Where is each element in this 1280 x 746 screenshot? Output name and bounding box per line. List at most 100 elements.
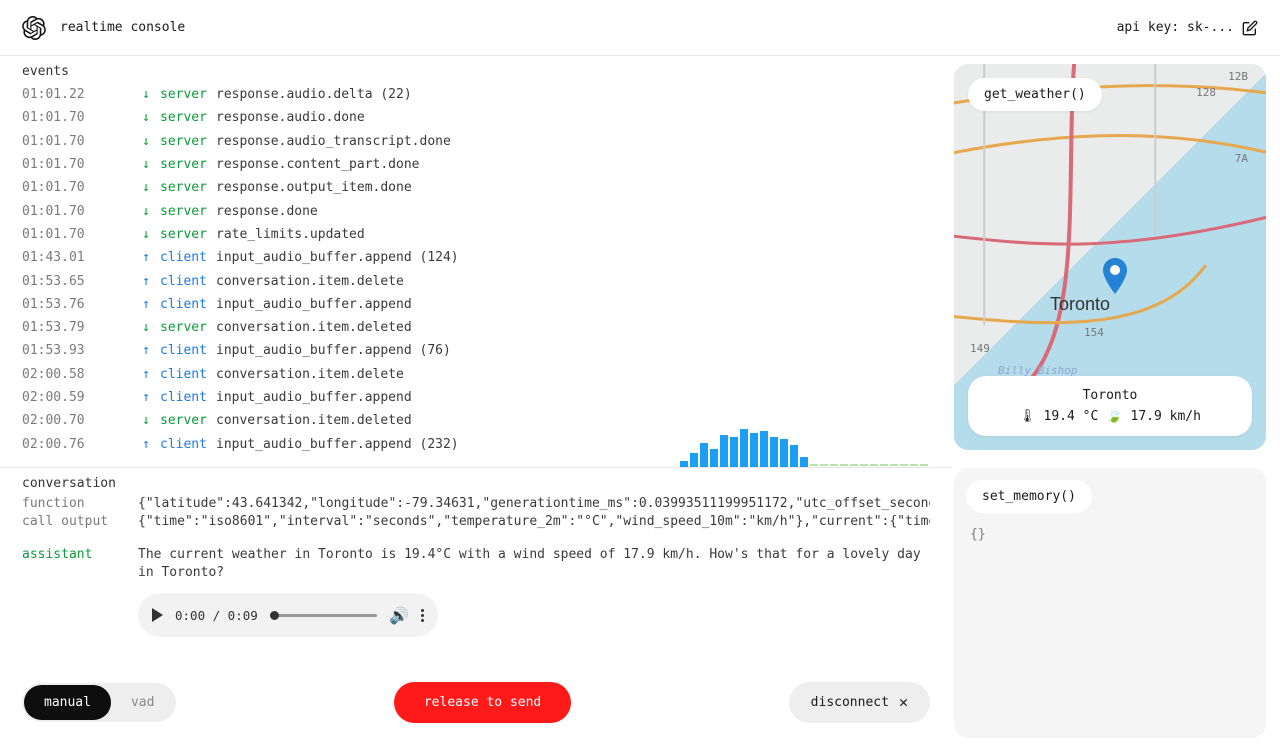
event-source: server	[160, 134, 208, 149]
event-name: response.output_item.done	[216, 180, 412, 195]
arrow-down-icon: ↓	[140, 110, 152, 125]
event-time: 01:01.70	[22, 180, 96, 195]
waveform-bar	[700, 443, 708, 467]
assistant-body: The current weather in Toronto is 19.4°C…	[138, 546, 930, 581]
arrow-up-icon: ↑	[140, 437, 152, 452]
waveform-dash	[830, 464, 838, 466]
waveform-bar	[720, 435, 728, 467]
event-row[interactable]: 01:01.70↓serverresponse.audio.done	[22, 106, 930, 129]
event-source: client	[160, 343, 208, 358]
event-row[interactable]: 01:43.01↑clientinput_audio_buffer.append…	[22, 246, 930, 269]
waveform-bar	[800, 457, 808, 467]
event-source: client	[160, 437, 208, 452]
memory-card: set_memory() {}	[954, 468, 1266, 738]
weather-map-card: 12B 128 7A 154 149 Billy Bishop Toronto …	[954, 64, 1266, 450]
waveform-bar	[790, 445, 798, 467]
arrow-down-icon: ↓	[140, 204, 152, 219]
release-to-send-button[interactable]: release to send	[394, 682, 571, 723]
event-time: 01:53.93	[22, 343, 96, 358]
waveform-bar	[780, 439, 788, 467]
kebab-menu-icon[interactable]	[421, 609, 424, 622]
mode-manual-button[interactable]: manual	[24, 685, 111, 720]
disconnect-label: disconnect	[811, 695, 889, 710]
event-row[interactable]: 01:53.79↓serverconversation.item.deleted	[22, 316, 930, 339]
arrow-down-icon: ↓	[140, 413, 152, 428]
event-row[interactable]: 01:01.70↓serverresponse.audio_transcript…	[22, 130, 930, 153]
main: events 01:01.22↓serverresponse.audio.del…	[0, 56, 1280, 746]
event-name: response.content_part.done	[216, 157, 420, 172]
arrow-up-icon: ↑	[140, 274, 152, 289]
play-icon[interactable]	[152, 608, 163, 622]
event-row[interactable]: 02:00.58↑clientconversation.item.delete	[22, 363, 930, 386]
event-name: input_audio_buffer.append	[216, 297, 412, 312]
arrow-down-icon: ↓	[140, 320, 152, 335]
waveform-dash	[810, 464, 818, 466]
conversation-row: functioncall output {"latitude":43.64134…	[22, 495, 930, 530]
event-source: client	[160, 390, 208, 405]
arrow-down-icon: ↓	[140, 227, 152, 242]
event-row[interactable]: 02:00.59↑clientinput_audio_buffer.append	[22, 386, 930, 409]
conversation-row: assistant The current weather in Toronto…	[22, 546, 930, 581]
event-row[interactable]: 01:53.93↑clientinput_audio_buffer.append…	[22, 339, 930, 362]
map-hw-label: 154	[1084, 326, 1104, 339]
header-left: realtime console	[22, 16, 185, 40]
event-row[interactable]: 01:01.70 ↓ server response.output_item.done	[22, 176, 930, 199]
event-name: response.done	[216, 204, 318, 219]
event-time: 02:00.76	[22, 437, 96, 452]
audio-scrubber[interactable]	[270, 614, 377, 617]
events-list[interactable]: 01:01.22↓serverresponse.audio.delta (22)…	[0, 83, 952, 467]
weather-line: 🌡 19.4 °C 🍃 17.9 km/h	[984, 409, 1236, 424]
event-name: conversation.item.deleted	[216, 320, 412, 335]
api-key-display[interactable]: api key: sk-...	[1117, 20, 1258, 36]
bottom-bar: manual vad release to send disconnect ✕	[0, 672, 952, 746]
map-hw-label: 12B	[1228, 70, 1248, 83]
event-source: client	[160, 367, 208, 382]
event-source: server	[160, 204, 208, 219]
audio-waveform	[680, 421, 928, 467]
event-time: 01:01.70	[22, 204, 96, 219]
event-source: client	[160, 250, 208, 265]
event-row[interactable]: 01:01.70↓serverresponse.content_part.don…	[22, 153, 930, 176]
event-source: server	[160, 413, 208, 428]
event-time: 01:01.70	[22, 134, 96, 149]
right-column: 12B 128 7A 154 149 Billy Bishop Toronto …	[952, 56, 1280, 746]
disconnect-button[interactable]: disconnect ✕	[789, 682, 930, 723]
api-key-label: api key: sk-...	[1117, 20, 1234, 35]
event-time: 02:00.59	[22, 390, 96, 405]
left-column: events 01:01.22↓serverresponse.audio.del…	[0, 56, 952, 746]
mode-vad-button[interactable]: vad	[111, 685, 174, 720]
conversation-label: conversation	[22, 468, 930, 495]
function-output-body: {"latitude":43.641342,"longitude":-79.34…	[138, 495, 930, 530]
event-row[interactable]: 01:53.65↑clientconversation.item.delete	[22, 269, 930, 292]
waveform-bar	[750, 433, 758, 467]
event-row[interactable]: 01:01.22↓serverresponse.audio.delta (22)	[22, 83, 930, 106]
arrow-down-icon: ↓	[140, 180, 152, 195]
volume-icon[interactable]: 🔊	[389, 606, 409, 625]
event-time: 01:53.65	[22, 274, 96, 289]
event-time: 01:01.70	[22, 157, 96, 172]
event-name: input_audio_buffer.append (232)	[216, 437, 459, 452]
event-source: client	[160, 274, 208, 289]
waveform-bar	[740, 429, 748, 467]
map-pin-icon	[1102, 258, 1128, 294]
event-time: 01:53.76	[22, 297, 96, 312]
role-assistant: assistant	[22, 546, 126, 581]
app-header: realtime console api key: sk-...	[0, 0, 1280, 56]
waveform-bar	[760, 431, 768, 467]
weather-info-chip: Toronto 🌡 19.4 °C 🍃 17.9 km/h	[968, 376, 1252, 436]
arrow-up-icon: ↑	[140, 343, 152, 358]
event-row[interactable]: 01:53.76↑clientinput_audio_buffer.append	[22, 293, 930, 316]
arrow-up-icon: ↑	[140, 367, 152, 382]
audio-player[interactable]: 0:00 / 0:09 🔊	[138, 593, 438, 637]
arrow-down-icon: ↓	[140, 134, 152, 149]
arrow-down-icon: ↓	[140, 87, 152, 102]
weather-city: Toronto	[984, 388, 1236, 403]
event-row[interactable]: 01:01.70↓serverrate_limits.updated	[22, 223, 930, 246]
event-time: 01:43.01	[22, 250, 96, 265]
map-city-label: Toronto	[1050, 294, 1110, 315]
event-row[interactable]: 01:01.70 ↓ server response.done	[22, 199, 930, 222]
waveform-bar	[710, 449, 718, 467]
event-source: server	[160, 320, 208, 335]
event-source: server	[160, 180, 208, 195]
weather-temp: 19.4 °C	[1044, 409, 1099, 424]
